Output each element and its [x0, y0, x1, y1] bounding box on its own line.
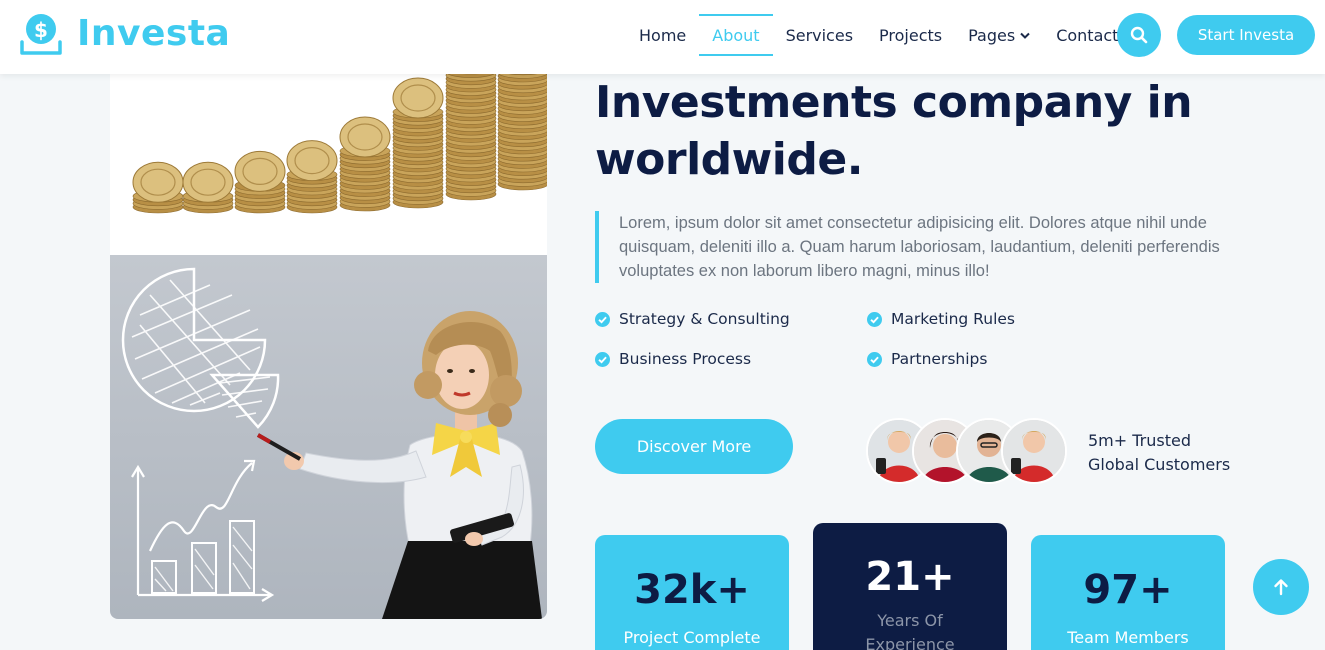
nav-item-about[interactable]: About [699, 14, 773, 56]
nav-item-services[interactable]: Services [773, 14, 866, 56]
trusted-line-1: 5m+ Trusted [1088, 431, 1192, 450]
check-circle-icon [867, 311, 882, 327]
trusted-customers-text: 5m+ Trusted Global Customers [1088, 429, 1248, 477]
site-header: $ Investa Home About Services Projects P… [0, 0, 1325, 74]
businesswoman-presentation-image [110, 255, 547, 619]
stat-card: 97+ Team Members [1031, 535, 1225, 650]
stat-value: 97+ [1083, 567, 1173, 613]
stat-label: Years Of Experience [865, 611, 955, 650]
stat-value: 21+ [865, 554, 955, 600]
coin-stacks-image [110, 74, 547, 255]
main-nav: Home About Services Projects Pages Conta… [626, 14, 1131, 56]
stat-card: 21+ Years Of Experience [813, 523, 1007, 650]
arrow-up-icon [1274, 579, 1288, 596]
stat-card: 32k+ Project Complete [595, 535, 789, 650]
nav-item-label: About [712, 25, 760, 45]
feature-item: Partnerships [867, 348, 987, 370]
search-icon [1130, 26, 1148, 44]
back-to-top-button[interactable] [1253, 559, 1309, 615]
start-investa-button[interactable]: Start Investa [1177, 15, 1315, 55]
about-description: Lorem, ipsum dolor sit amet consectetur … [595, 211, 1235, 283]
stat-value: 32k+ [634, 567, 750, 613]
feature-label: Marketing Rules [891, 310, 1015, 328]
brand-logo[interactable]: $ Investa [19, 12, 230, 56]
nav-item-label: Contact [1056, 25, 1119, 45]
check-circle-icon [595, 311, 610, 327]
feature-label: Partnerships [891, 350, 988, 368]
check-circle-icon [595, 351, 610, 367]
avatar [1001, 418, 1067, 484]
feature-item: Strategy & Consulting [595, 308, 790, 330]
check-circle-icon [867, 351, 882, 367]
discover-more-button[interactable]: Discover More [595, 419, 793, 474]
feature-item: Marketing Rules [867, 308, 1015, 330]
svg-text:$: $ [34, 18, 48, 42]
stat-label: Project Complete [623, 628, 761, 647]
brand-name: Investa [77, 13, 231, 54]
trusted-line-2: Global Customers [1088, 455, 1231, 474]
nav-item-label: Home [639, 25, 687, 45]
about-headline: Investments company in worldwide. [595, 77, 1193, 185]
feature-item: Business Process [595, 348, 751, 370]
chevron-down-icon [1020, 32, 1030, 39]
feature-label: Business Process [619, 350, 752, 368]
search-button[interactable] [1117, 13, 1161, 57]
nav-item-label: Pages [968, 25, 1016, 45]
nav-item-label: Projects [879, 25, 943, 45]
feature-label: Strategy & Consulting [619, 310, 790, 328]
nav-item-label: Services [785, 25, 854, 45]
nav-item-home[interactable]: Home [626, 14, 699, 56]
nav-item-projects[interactable]: Projects [866, 14, 955, 56]
stat-label: Team Members [1067, 628, 1189, 647]
nav-item-pages[interactable]: Pages [955, 14, 1043, 56]
dollar-coin-icon: $ [20, 14, 62, 55]
